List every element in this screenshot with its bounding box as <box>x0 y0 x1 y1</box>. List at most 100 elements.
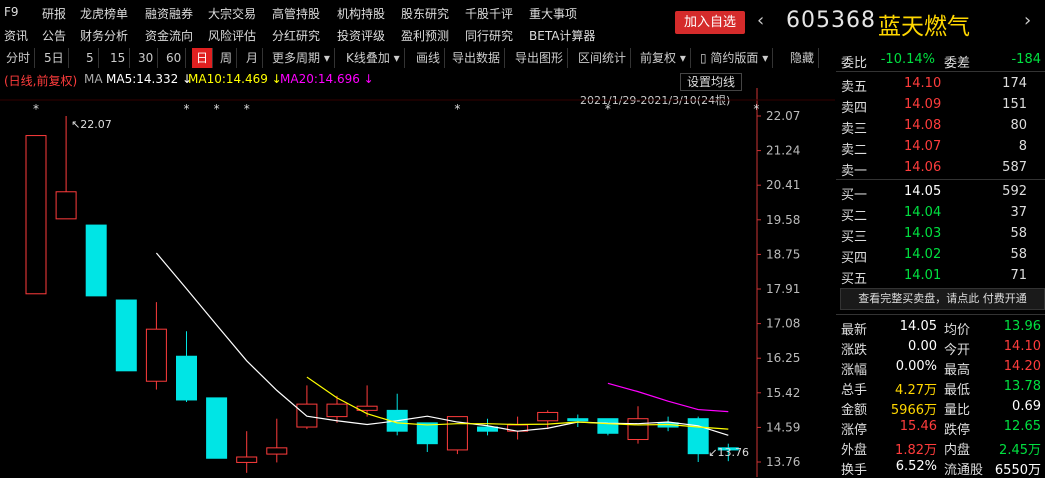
tab-weekly[interactable]: 周 <box>216 48 238 68</box>
stat-value: 13.78 <box>1003 379 1041 394</box>
event-marker: * <box>605 102 611 116</box>
layout-dropdown[interactable]: ▯ 简约版面 ▾ <box>696 48 774 68</box>
add-watchlist-button[interactable]: 加入自选 <box>675 11 745 34</box>
stat-value: 2.45万 <box>999 443 1041 458</box>
ask-row: 卖一 14.06 587 <box>836 158 1045 179</box>
stat-row: 换手 6.52% 流通股 6550万 <box>836 457 1045 478</box>
stat-label: 最新 <box>841 323 868 338</box>
tab-fenshi[interactable]: 分时 <box>2 48 36 68</box>
event-marker: * <box>244 102 250 116</box>
order-book-upgrade-button[interactable]: 查看完整买卖盘，请点此 付费开通 <box>840 288 1045 310</box>
candle-body <box>25 135 47 295</box>
ask-price: 14.06 <box>904 160 942 175</box>
stat-row: 涨停 15.46 跌停 12.65 <box>836 417 1045 438</box>
tab-15min[interactable]: 15 <box>106 48 131 68</box>
candle-body <box>687 418 709 455</box>
stat-value: 12.65 <box>1003 419 1041 434</box>
ma5-line <box>155 252 729 436</box>
stat-label: 最高 <box>944 363 971 378</box>
high-price-label: ↖22.07 <box>71 118 112 131</box>
event-marker: * <box>214 102 220 116</box>
stat-label: 换手 <box>841 463 868 478</box>
bid-row: 买一 14.05 592 <box>836 182 1045 203</box>
bid-volume: 58 <box>1010 247 1027 262</box>
bid-row: 买二 14.04 37 <box>836 203 1045 224</box>
menu-item-gudong[interactable]: 股东研究 <box>401 5 449 22</box>
tab-5day[interactable]: 5日 <box>40 48 69 68</box>
menu-item-longhu[interactable]: 龙虎榜单 <box>80 5 128 22</box>
ask-volume: 8 <box>1018 139 1027 154</box>
hide-button[interactable]: 隐藏 <box>786 48 820 68</box>
menu-item-zixun[interactable]: 资讯 <box>4 27 28 44</box>
candle-body <box>115 299 137 372</box>
stat-label: 最低 <box>944 383 971 398</box>
menu-item-zijin[interactable]: 资金流向 <box>145 27 193 44</box>
stat-label: 均价 <box>944 323 971 338</box>
export-image-button[interactable]: 导出图形 <box>511 48 569 68</box>
bid-volume: 37 <box>1010 205 1027 220</box>
stat-row: 总手 4.27万 最低 13.78 <box>836 377 1045 398</box>
y-tick-label: 20.41 <box>766 178 800 192</box>
menu-item-fengxian[interactable]: 风险评估 <box>208 27 256 44</box>
y-tick-label: 17.08 <box>766 317 800 331</box>
bid-label: 买二 <box>841 209 868 224</box>
candle-body <box>416 422 438 445</box>
menu-item-pingji[interactable]: 投资评级 <box>337 27 385 44</box>
event-marker: * <box>184 102 190 116</box>
menu-item-gaoguan[interactable]: 高管持股 <box>272 5 320 22</box>
y-tick-label: 16.25 <box>766 351 800 365</box>
bid-row: 买三 14.03 58 <box>836 224 1045 245</box>
tab-daily[interactable]: 日 <box>192 48 214 68</box>
tab-monthly[interactable]: 月 <box>242 48 264 68</box>
menu-item-beta[interactable]: BETA计算器 <box>529 27 595 44</box>
stat-row: 外盘 1.82万 内盘 2.45万 <box>836 437 1045 458</box>
ask-price: 14.08 <box>904 118 942 133</box>
ask-label: 卖四 <box>841 101 868 116</box>
ask-row: 卖二 14.07 8 <box>836 137 1045 158</box>
candle-body <box>206 397 228 459</box>
ask-row: 卖四 14.09 151 <box>836 95 1045 116</box>
menu-item-fenhong[interactable]: 分红研究 <box>272 27 320 44</box>
stat-label: 外盘 <box>841 443 868 458</box>
bid-row: 买五 14.01 71 <box>836 266 1045 287</box>
divider <box>836 314 1045 315</box>
tab-30min[interactable]: 30 <box>134 48 159 68</box>
kline-overlay-dropdown[interactable]: K线叠加 ▾ <box>342 48 405 68</box>
menu-item-yanbao[interactable]: 研报 <box>42 5 66 22</box>
stat-value: 14.05 <box>899 319 937 334</box>
menu-item-yingli[interactable]: 盈利预测 <box>401 27 449 44</box>
prev-stock-icon[interactable]: ‹ <box>757 10 764 31</box>
adjust-dropdown[interactable]: 前复权 ▾ <box>636 48 691 68</box>
event-marker: * <box>33 102 39 116</box>
divider <box>836 71 1045 72</box>
range-stats-button[interactable]: 区间统计 <box>574 48 632 68</box>
kline-chart[interactable]: 22.07 21.24 20.41 19.58 18.75 17.91 17.08 16.25… <box>0 70 835 477</box>
next-stock-icon[interactable]: › <box>1024 10 1031 31</box>
tab-60min[interactable]: 60 <box>162 48 187 68</box>
low-price-label: ↙13.76 <box>708 446 749 459</box>
menu-f9[interactable]: F9 <box>4 5 19 19</box>
export-data-button[interactable]: 导出数据 <box>448 48 506 68</box>
stat-value: 0.00 <box>908 339 937 354</box>
ask-price: 14.07 <box>904 139 942 154</box>
draw-line-button[interactable]: 画线 <box>412 48 446 68</box>
menu-item-qiangu[interactable]: 千股千评 <box>465 5 513 22</box>
candle-body <box>266 447 288 455</box>
menu-item-caiwu[interactable]: 财务分析 <box>80 27 128 44</box>
order-ratio-row: 委比 -10.14% 委差 -184 <box>836 50 1045 71</box>
more-periods-dropdown[interactable]: 更多周期 ▾ <box>268 48 335 68</box>
ask-label: 卖三 <box>841 122 868 137</box>
menu-item-tonghang[interactable]: 同行研究 <box>465 27 513 44</box>
menu-item-gonggao[interactable]: 公告 <box>42 27 66 44</box>
menu-item-dazong[interactable]: 大宗交易 <box>208 5 256 22</box>
menu-item-zhongda[interactable]: 重大事项 <box>529 5 577 22</box>
menu-item-jigou[interactable]: 机构持股 <box>337 5 385 22</box>
stat-row: 涨幅 0.00% 最高 14.20 <box>836 357 1045 378</box>
candle-body <box>85 224 107 297</box>
bid-price: 14.02 <box>904 247 942 262</box>
stat-value: 14.10 <box>1003 339 1041 354</box>
diff-label: 委差 <box>944 56 971 71</box>
menu-item-rongzi[interactable]: 融资融券 <box>145 5 193 22</box>
tab-5min[interactable]: 5 <box>82 48 99 68</box>
bid-volume: 71 <box>1010 268 1027 283</box>
